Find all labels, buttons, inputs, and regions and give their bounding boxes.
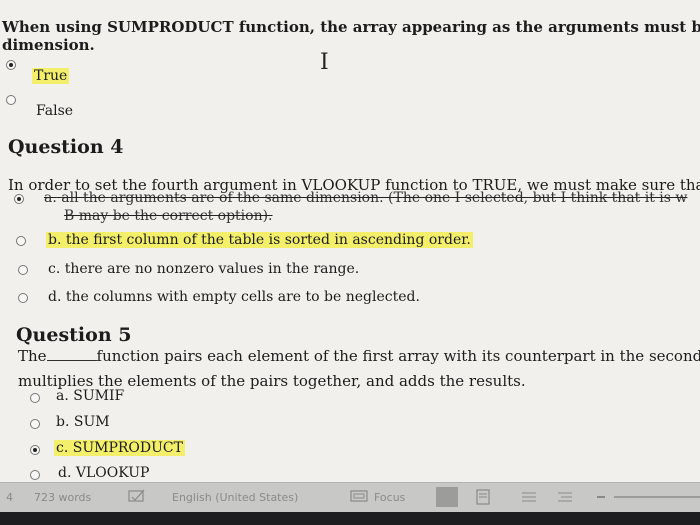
question5-option-c-radio[interactable] xyxy=(30,445,40,455)
question4-option-a-radio[interactable] xyxy=(14,194,24,204)
question5-blank xyxy=(46,348,97,361)
question4-option-b-radio[interactable] xyxy=(16,236,26,246)
question4-option-c-label[interactable]: c. there are no nonzero values in the ra… xyxy=(48,261,359,277)
zoom-out-icon[interactable] xyxy=(597,496,605,498)
web-layout-icon[interactable] xyxy=(520,489,538,508)
read-mode-icon[interactable] xyxy=(436,487,458,507)
language-indicator[interactable]: English (United States) xyxy=(172,491,298,504)
question5-option-d-label[interactable]: d. VLOOKUP xyxy=(58,465,149,481)
question3-option-true-label[interactable]: True xyxy=(32,68,70,84)
text-cursor-ibeam-icon: I xyxy=(320,50,329,75)
focus-button[interactable]: Focus xyxy=(374,491,405,504)
question4-option-c-radio[interactable] xyxy=(18,265,28,275)
question5-option-d-radio[interactable] xyxy=(30,470,40,480)
print-layout-icon[interactable] xyxy=(474,489,492,508)
document-page: When using SUMPRODUCT function, the arra… xyxy=(0,0,700,482)
question5-option-a-radio[interactable] xyxy=(30,393,40,403)
question4-option-a-label-line2: B may be the correct option). xyxy=(64,208,273,224)
question3-prompt-line2: dimension. xyxy=(2,36,95,54)
status-bar: 4 723 words English (United States) Focu… xyxy=(0,482,700,513)
question4-option-a-label[interactable]: a. all the arguments are of the same dim… xyxy=(44,190,687,206)
question5-option-b-radio[interactable] xyxy=(30,419,40,429)
question3-option-true-radio[interactable] xyxy=(6,60,16,70)
question4-option-d-label[interactable]: d. the columns with empty cells are to b… xyxy=(48,289,420,305)
question5-heading: Question 5 xyxy=(16,324,132,346)
question5-prompt: The function pairs each element of the fi… xyxy=(18,347,700,365)
proofing-icon[interactable] xyxy=(128,489,146,506)
zoom-slider[interactable] xyxy=(614,496,700,498)
question3-heading-cutoff xyxy=(8,0,68,2)
question4-option-b-label[interactable]: b. the first column of the table is sort… xyxy=(46,232,473,248)
question5-option-c-label[interactable]: c. SUMPRODUCT xyxy=(54,440,185,456)
question5-option-b-label[interactable]: b. SUM xyxy=(56,414,110,430)
question4-heading: Question 4 xyxy=(8,136,124,158)
focus-icon[interactable] xyxy=(350,489,368,506)
screen-bezel xyxy=(0,512,700,525)
question3-option-false-radio[interactable] xyxy=(6,95,16,105)
question4-option-d-radio[interactable] xyxy=(18,293,28,303)
outline-view-icon[interactable] xyxy=(556,489,574,508)
page-indicator[interactable]: 4 xyxy=(6,491,13,504)
question5-option-a-label[interactable]: a. SUMIF xyxy=(56,388,124,404)
question3-option-false-label[interactable]: False xyxy=(36,103,73,119)
question3-prompt-line1: When using SUMPRODUCT function, the arra… xyxy=(2,18,700,36)
word-count[interactable]: 723 words xyxy=(34,491,91,504)
